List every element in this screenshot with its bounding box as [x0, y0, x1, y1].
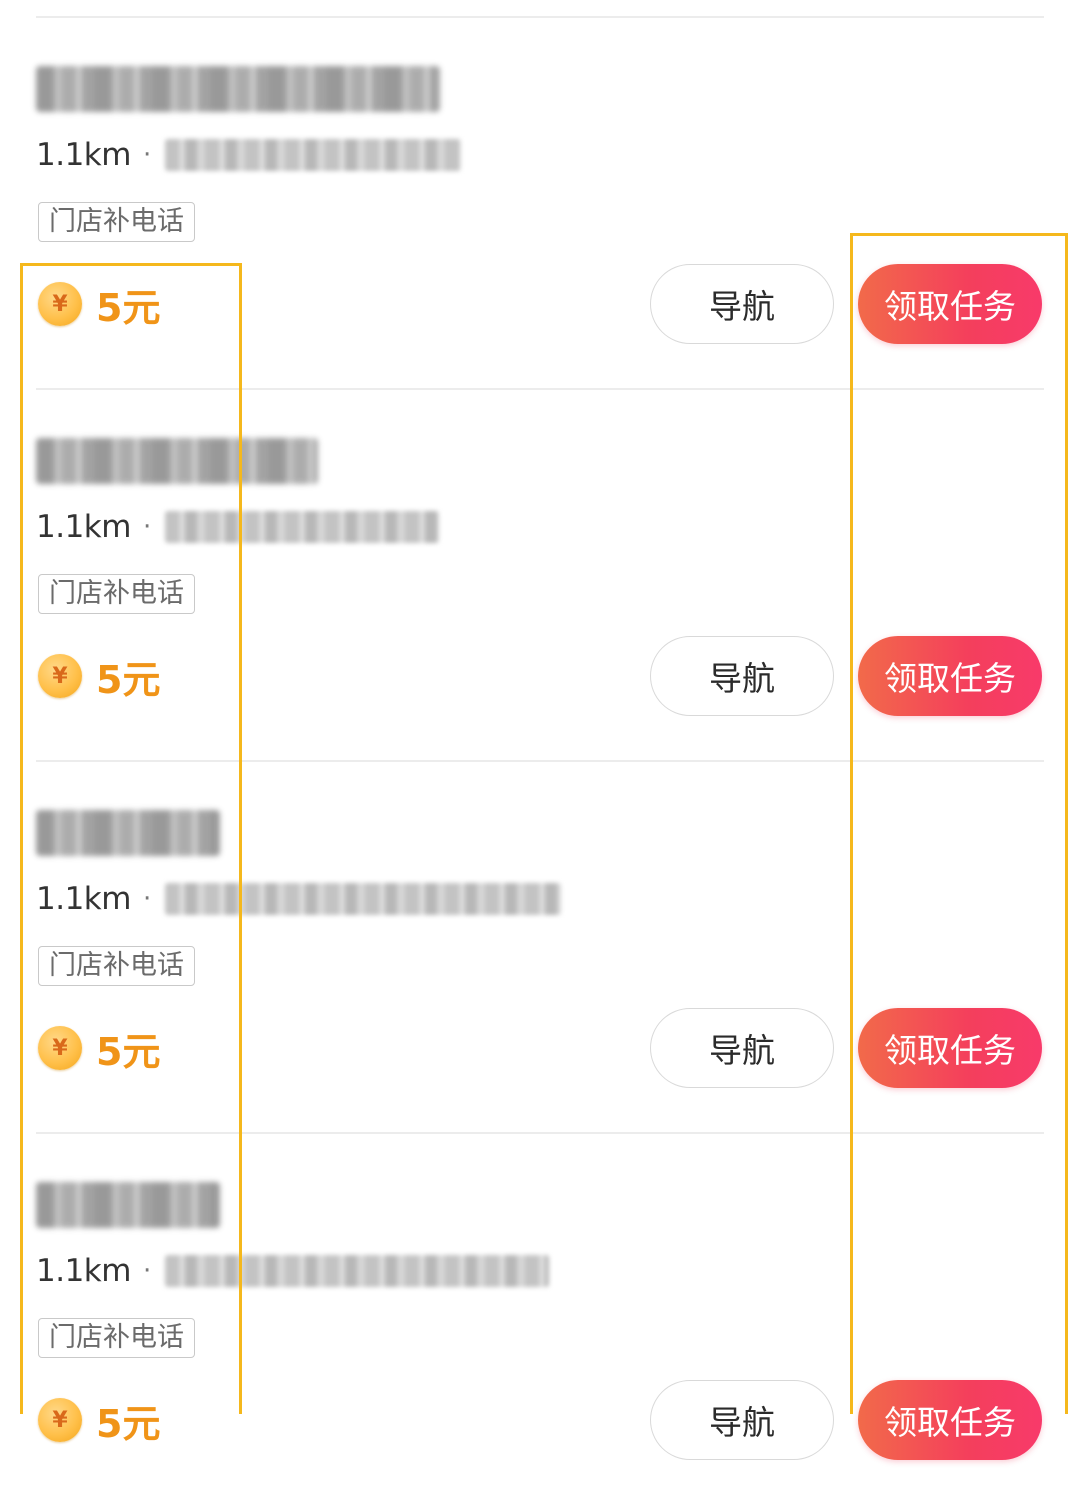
claim-task-button[interactable]: 领取任务: [858, 636, 1042, 716]
store-name-blurred: [36, 810, 220, 856]
distance: 1.1km: [36, 137, 131, 173]
store-info-row: 1.1km ·: [36, 878, 562, 920]
separator-dot: ·: [142, 1256, 152, 1286]
store-name-blurred: [36, 438, 318, 484]
separator-dot: ·: [142, 512, 152, 542]
reward: ¥ 5元: [38, 1024, 160, 1074]
separator-dot: ·: [142, 140, 152, 170]
store-info-row: 1.1km ·: [36, 506, 440, 548]
reward-amount: 5元: [96, 1029, 161, 1074]
task-card[interactable]: 1.1km · 门店补电话 ¥ 5元 导航 领取任务: [36, 1134, 1044, 1504]
reward: ¥ 5元: [38, 280, 160, 330]
claim-task-button[interactable]: 领取任务: [858, 1008, 1042, 1088]
address-blurred: [165, 883, 562, 915]
coin-icon: ¥: [38, 654, 82, 698]
task-tag: 门店补电话: [38, 1318, 195, 1358]
coin-icon: ¥: [38, 1026, 82, 1070]
claim-task-button[interactable]: 领取任务: [858, 264, 1042, 344]
reward-amount: 5元: [96, 657, 161, 702]
task-card[interactable]: 1.1km · 门店补电话 ¥ 5元 导航 领取任务: [36, 18, 1044, 390]
address-blurred: [165, 139, 462, 171]
store-name-blurred: [36, 66, 440, 112]
task-tag: 门店补电话: [38, 574, 195, 614]
reward-amount: 5元: [96, 1401, 161, 1446]
navigate-button[interactable]: 导航: [650, 1380, 834, 1460]
address-blurred: [165, 511, 440, 543]
task-card[interactable]: 1.1km · 门店补电话 ¥ 5元 导航 领取任务: [36, 390, 1044, 762]
navigate-button[interactable]: 导航: [650, 1008, 834, 1088]
task-card[interactable]: 1.1km · 门店补电话 ¥ 5元 导航 领取任务: [36, 762, 1044, 1134]
task-list: 1.1km · 门店补电话 ¥ 5元 导航 领取任务 1.1km · 门店补电话…: [0, 18, 1080, 1504]
claim-task-button[interactable]: 领取任务: [858, 1380, 1042, 1460]
distance: 1.1km: [36, 509, 131, 545]
navigate-button[interactable]: 导航: [650, 636, 834, 716]
task-tag: 门店补电话: [38, 202, 195, 242]
navigate-button[interactable]: 导航: [650, 264, 834, 344]
store-info-row: 1.1km ·: [36, 1250, 550, 1292]
address-blurred: [165, 1255, 550, 1287]
reward-amount: 5元: [96, 285, 161, 330]
separator-dot: ·: [142, 884, 152, 914]
coin-icon: ¥: [38, 1398, 82, 1442]
distance: 1.1km: [36, 881, 131, 917]
coin-icon: ¥: [38, 282, 82, 326]
store-info-row: 1.1km ·: [36, 134, 462, 176]
task-tag: 门店补电话: [38, 946, 195, 986]
reward: ¥ 5元: [38, 1396, 160, 1446]
distance: 1.1km: [36, 1253, 131, 1289]
store-name-blurred: [36, 1182, 220, 1228]
reward: ¥ 5元: [38, 652, 160, 702]
